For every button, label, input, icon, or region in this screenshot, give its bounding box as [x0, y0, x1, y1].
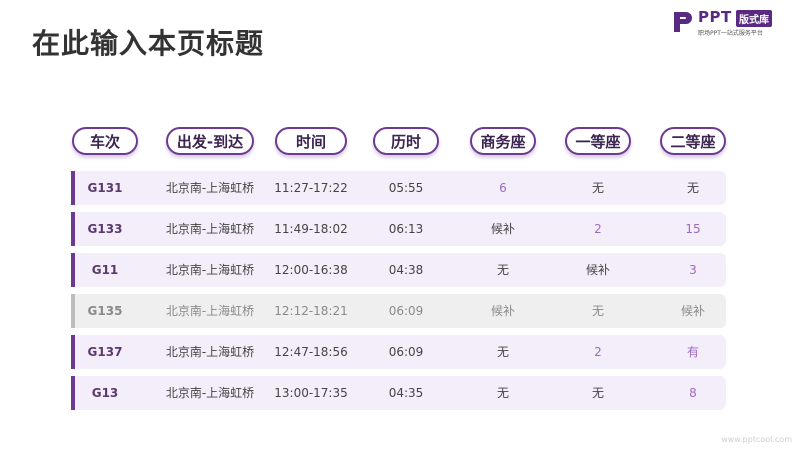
cell-second: 有 [686, 345, 700, 359]
cell-business: 候补 [490, 304, 516, 318]
cell-duration: 06:09 [388, 304, 424, 318]
cell-duration: 04:38 [388, 263, 424, 277]
cell-train: G133 [87, 222, 123, 236]
cell-train: G11 [91, 263, 119, 277]
cell-time: 11:27-17:22 [274, 181, 348, 195]
row-accent-bar [71, 212, 75, 246]
column-header: 二等座 [660, 127, 726, 155]
cell-first: 2 [594, 222, 602, 236]
column-header: 时间 [275, 127, 347, 155]
cell-route: 北京南-上海虹桥 [165, 222, 255, 236]
row-accent-bar [71, 294, 75, 328]
page-title: 在此输入本页标题 [32, 27, 265, 60]
cell-duration: 05:55 [388, 181, 424, 195]
cell-train: G13 [91, 386, 119, 400]
cell-train: G135 [87, 304, 123, 318]
cell-business: 无 [496, 386, 510, 400]
row-accent-bar [71, 335, 75, 369]
table-row: G133 北京南-上海虹桥 11:49-18:02 06:13 候补 2 15 [71, 212, 726, 246]
brand-logo: PPT 版式库 职场PPT一站式服务平台 [672, 8, 790, 38]
cell-train: G131 [87, 181, 123, 195]
column-header: 一等座 [565, 127, 631, 155]
column-header: 出发-到达 [166, 127, 254, 155]
column-header: 历时 [373, 127, 439, 155]
cell-second: 3 [689, 263, 697, 277]
row-accent-bar [71, 376, 75, 410]
cell-first: 无 [591, 386, 605, 400]
logo-brand-text: PPT [698, 8, 732, 26]
logo-badge: 版式库 [736, 10, 772, 27]
cell-first: 2 [594, 345, 602, 359]
cell-duration: 06:13 [388, 222, 424, 236]
cell-route: 北京南-上海虹桥 [165, 263, 255, 277]
cell-time: 13:00-17:35 [274, 386, 348, 400]
cell-time: 12:00-16:38 [274, 263, 348, 277]
table-row: G135 北京南-上海虹桥 12:12-18:21 06:09 候补 无 候补 [71, 294, 726, 328]
cell-business: 无 [496, 345, 510, 359]
cell-duration: 04:35 [388, 386, 424, 400]
cell-business: 无 [496, 263, 510, 277]
cell-time: 12:47-18:56 [274, 345, 348, 359]
cell-first: 无 [591, 304, 605, 318]
cell-route: 北京南-上海虹桥 [165, 181, 255, 195]
table-row: G137 北京南-上海虹桥 12:47-18:56 06:09 无 2 有 [71, 335, 726, 369]
row-accent-bar [71, 171, 75, 205]
cell-train: G137 [87, 345, 123, 359]
table-row: G11 北京南-上海虹桥 12:00-16:38 04:38 无 候补 3 [71, 253, 726, 287]
cell-second: 候补 [680, 304, 706, 318]
table-row: G13 北京南-上海虹桥 13:00-17:35 04:35 无 无 8 [71, 376, 726, 410]
cell-first: 无 [591, 181, 605, 195]
table-row: G131 北京南-上海虹桥 11:27-17:22 05:55 6 无 无 [71, 171, 726, 205]
cell-route: 北京南-上海虹桥 [165, 304, 255, 318]
column-header: 商务座 [470, 127, 536, 155]
footer-url: www.pptcool.com [721, 435, 792, 444]
logo-mark-icon [674, 12, 692, 32]
cell-business: 6 [499, 181, 507, 195]
cell-duration: 06:09 [388, 345, 424, 359]
cell-time: 11:49-18:02 [274, 222, 348, 236]
column-header: 车次 [72, 127, 138, 155]
cell-second: 无 [686, 181, 700, 195]
cell-second: 8 [689, 386, 697, 400]
cell-route: 北京南-上海虹桥 [165, 386, 255, 400]
cell-time: 12:12-18:21 [274, 304, 348, 318]
logo-subtitle: 职场PPT一站式服务平台 [698, 30, 763, 37]
row-accent-bar [71, 253, 75, 287]
cell-business: 候补 [490, 222, 516, 236]
cell-second: 15 [685, 222, 701, 236]
cell-first: 候补 [585, 263, 611, 277]
cell-route: 北京南-上海虹桥 [165, 345, 255, 359]
